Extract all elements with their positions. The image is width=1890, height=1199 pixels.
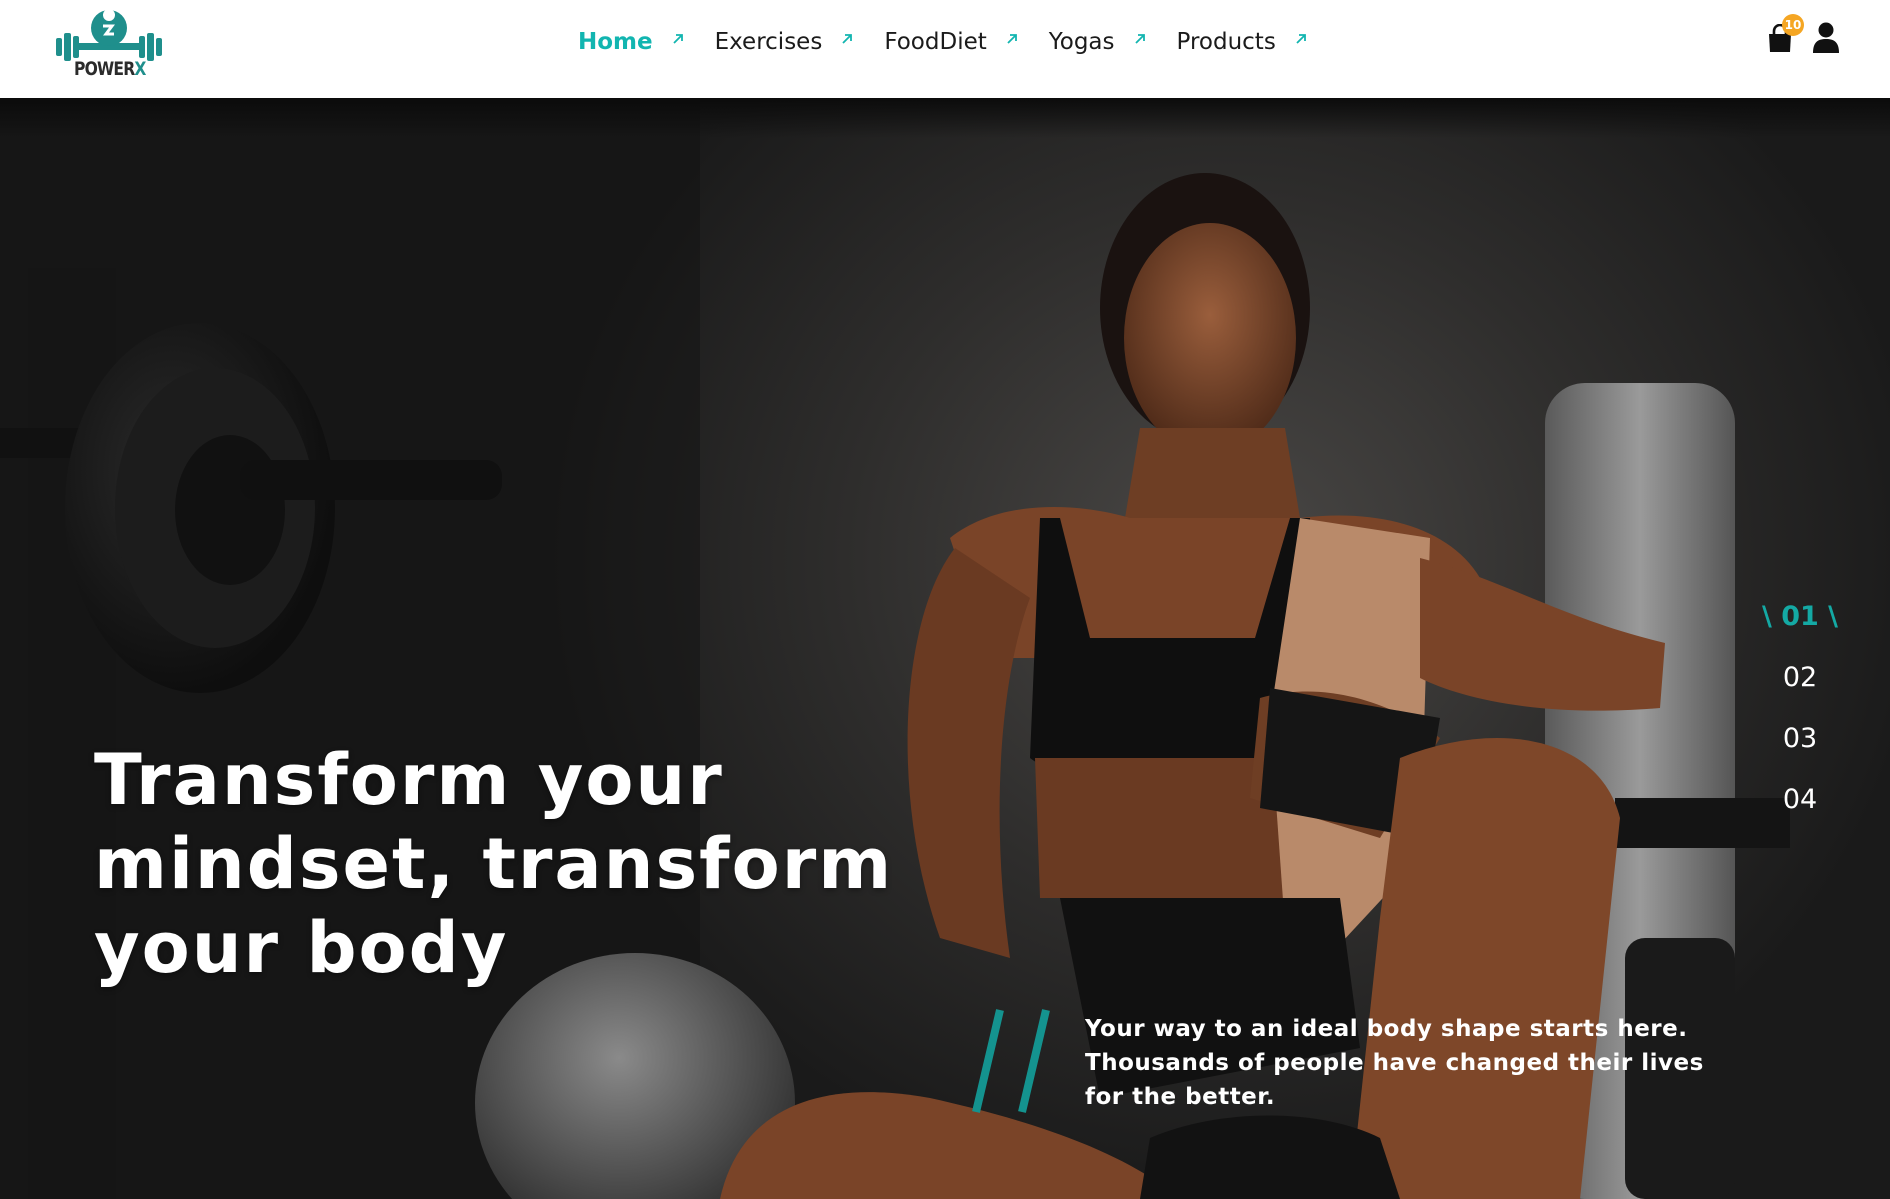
nav-item-fooddiet[interactable]: FoodDiet	[884, 22, 1018, 62]
nav-item-products[interactable]: Products	[1177, 22, 1308, 62]
nav-item-yogas[interactable]: Yogas	[1049, 22, 1147, 62]
nav-item-label: Products	[1176, 29, 1276, 55]
nav-item-label: Yogas	[1048, 29, 1115, 55]
arrow-up-right-icon	[1007, 34, 1017, 44]
hero-banner: Transform your mindset, transform your b…	[0, 98, 1890, 1199]
site-header: POWERX Home Exercises FoodDiet Yogas Pro…	[0, 0, 1890, 98]
cart-count-badge: 10	[1782, 14, 1804, 36]
slide-indicator-02[interactable]: 02	[1755, 647, 1845, 708]
hero-headline: Transform your mindset, transform your b…	[94, 739, 894, 989]
slide-indicator-01[interactable]: \ 01 \	[1755, 586, 1845, 647]
user-icon[interactable]	[1812, 22, 1840, 54]
arrow-up-right-icon	[842, 34, 853, 44]
arrow-up-right-icon	[1134, 34, 1145, 44]
brand-logo[interactable]: POWERX	[54, 6, 164, 84]
dumbbell-logo-icon	[56, 9, 162, 61]
nav-item-home[interactable]: Home	[578, 22, 685, 62]
main-nav: Home Exercises FoodDiet Yogas Products	[578, 22, 1338, 62]
double-slash-icon	[972, 1009, 1050, 1113]
slide-indicator-03[interactable]: 03	[1755, 708, 1845, 769]
nav-item-label: Home	[578, 29, 653, 55]
arrow-up-right-icon	[672, 34, 683, 44]
nav-item-exercises[interactable]: Exercises	[715, 22, 855, 62]
nav-item-label: FoodDiet	[884, 29, 987, 55]
header-shadow	[0, 98, 1890, 138]
slide-pagination: \ 01 \ 02 03 04	[1755, 586, 1845, 830]
brand-name: POWERX	[74, 58, 146, 80]
arrow-up-right-icon	[1296, 34, 1306, 44]
nav-item-label: Exercises	[714, 29, 823, 55]
hero-tagline: Your way to an ideal body shape starts h…	[1085, 1016, 1704, 1110]
slide-indicator-04[interactable]: 04	[1755, 769, 1845, 830]
